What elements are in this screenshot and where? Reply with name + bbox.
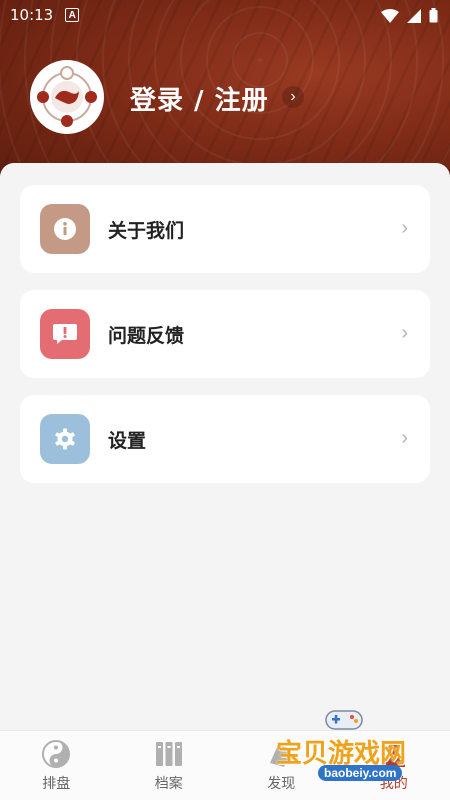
wifi-icon	[381, 8, 399, 23]
menu-panel: 关于我们 › 问题反馈 › 设置 ›	[0, 163, 450, 730]
yin-yang-icon	[42, 739, 71, 768]
tab-discover[interactable]: 发现	[225, 731, 338, 800]
gear-icon	[40, 414, 90, 464]
menu-item-label: 问题反馈	[108, 324, 185, 347]
notification-icon: A	[65, 8, 80, 22]
menu-item-label: 关于我们	[108, 219, 185, 242]
login-chevron-icon[interactable]: ›	[282, 86, 304, 108]
tab-label: 排盘	[42, 775, 71, 792]
tab-label: 我的	[379, 775, 408, 792]
app-logo-icon	[37, 66, 97, 127]
signal-icon	[407, 8, 421, 23]
info-icon	[40, 204, 90, 254]
tab-label: 发现	[267, 775, 296, 792]
profile-icon	[382, 742, 405, 767]
login-register-link[interactable]: 登录 / 注册	[130, 80, 269, 117]
tab-archive[interactable]: 档案	[113, 731, 226, 800]
menu-item-label: 设置	[108, 429, 147, 452]
status-time: 10:13	[10, 6, 54, 24]
menu-item-settings[interactable]: 设置 ›	[20, 395, 430, 483]
tab-paipan[interactable]: 排盘	[0, 731, 113, 800]
avatar[interactable]	[30, 60, 104, 134]
bottom-tab-bar: 排盘 档案 发现 我的	[0, 730, 450, 800]
tab-label: 档案	[154, 775, 183, 792]
chevron-right-icon: ›	[401, 427, 408, 449]
battery-icon	[429, 8, 438, 23]
chevron-right-icon: ›	[401, 322, 408, 344]
feedback-icon	[40, 309, 90, 359]
menu-item-about[interactable]: 关于我们 ›	[20, 185, 430, 273]
status-bar: 10:13 A	[0, 0, 450, 30]
discover-icon	[270, 744, 293, 767]
menu-item-feedback[interactable]: 问题反馈 ›	[20, 290, 430, 378]
tab-mine[interactable]: 我的	[338, 731, 450, 800]
archive-icon	[155, 741, 182, 766]
chevron-right-icon: ›	[401, 217, 408, 239]
profile-header: 10:13 A 登录 / 注册 ›	[0, 0, 450, 185]
